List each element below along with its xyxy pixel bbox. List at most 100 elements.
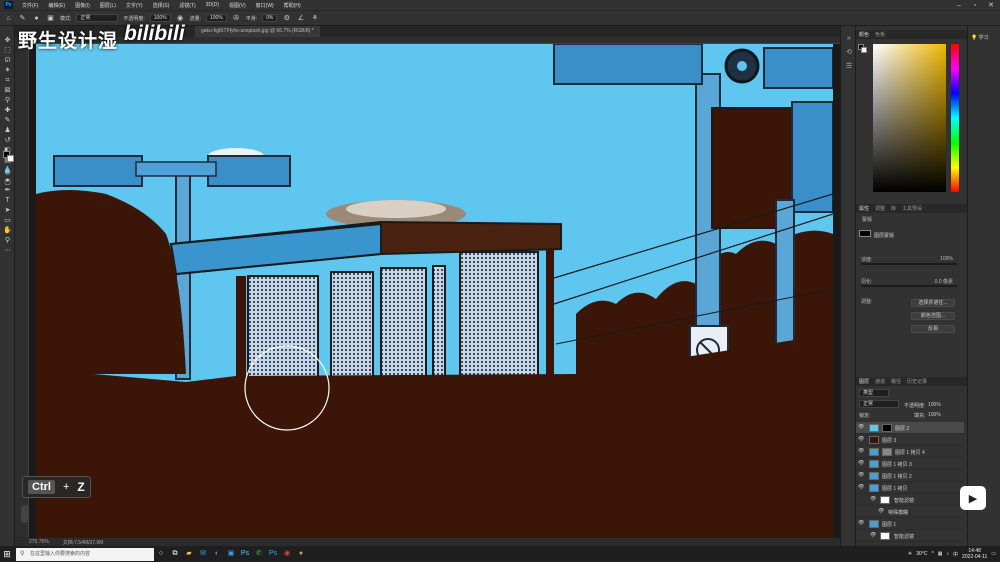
mail-icon[interactable]: ✉ (196, 546, 210, 562)
task-view-icon[interactable]: ⧉ (168, 546, 182, 562)
density-value[interactable]: 100% (940, 256, 953, 262)
notification-icon[interactable]: ▭ (991, 551, 996, 557)
smooth-field[interactable]: 0% (262, 14, 278, 22)
home-icon[interactable]: ⌂ (4, 14, 13, 23)
collapse-icon[interactable]: » (844, 34, 854, 44)
pen-tool-icon[interactable]: ✒ (3, 186, 12, 195)
menu-help[interactable]: 帮助(H) (279, 2, 306, 9)
tab-properties[interactable]: 属性 (859, 205, 869, 212)
eye-icon[interactable]: 👁 (878, 508, 884, 514)
photoshop-taskbar-icon[interactable]: Ps (238, 546, 252, 562)
tab-swatches[interactable]: 色板 (875, 31, 885, 38)
eye-icon[interactable]: 👁 (870, 496, 876, 502)
marquee-tool-icon[interactable]: ⬚ (3, 46, 12, 55)
mode-select[interactable]: 正常 (76, 14, 119, 22)
layer-mask-thumbnail[interactable] (882, 424, 892, 432)
eye-icon[interactable]: 👁 (858, 484, 864, 490)
tab-channels[interactable]: 通道 (875, 378, 885, 385)
maximize-icon[interactable]: ▫ (968, 0, 982, 10)
clone-stamp-icon[interactable]: ♟ (3, 126, 12, 135)
canvas-area[interactable] (29, 44, 840, 541)
rectangle-tool-icon[interactable]: ▭ (3, 216, 12, 225)
smoothing-settings-icon[interactable]: ⚙ (282, 14, 291, 23)
eye-icon[interactable]: 👁 (858, 472, 864, 478)
fill-value[interactable]: 100% (928, 412, 941, 418)
color-range-button[interactable]: 颜色范围... (911, 312, 955, 320)
zoom-tool-icon[interactable]: ⚲ (3, 236, 12, 245)
layer-row[interactable]: 👁 图层 1 拷贝 2 (856, 470, 964, 482)
document-tab[interactable]: gaku-fqjtSTFfyhs-unsplash.jpg @ 66.7% (R… (195, 26, 320, 37)
magic-wand-icon[interactable]: ✶ (3, 66, 12, 75)
airbrush-icon[interactable]: ✇ (232, 14, 241, 23)
select-and-mask-button[interactable]: 选择并遮住... (911, 299, 955, 307)
tab-history[interactable]: 历史记录 (907, 378, 927, 385)
blend-mode-select[interactable]: 正常 (859, 400, 899, 408)
healing-brush-icon[interactable]: ✚ (3, 106, 12, 115)
tab-layers[interactable]: 图层 (859, 378, 869, 385)
brush-preset-icon[interactable]: ● (32, 14, 41, 23)
eye-icon[interactable]: 👁 (858, 520, 864, 526)
menu-3d[interactable]: 3D(D) (201, 2, 224, 8)
density-slider[interactable] (861, 263, 957, 265)
menu-view[interactable]: 视图(V) (224, 2, 251, 9)
tab-adjustments[interactable]: 调整 (875, 205, 885, 212)
menu-layer[interactable]: 图层(L) (95, 2, 121, 9)
more-tools-icon[interactable]: ⋯ (3, 246, 12, 255)
menu-select[interactable]: 选择(S) (148, 2, 175, 9)
path-select-icon[interactable]: ➤ (3, 206, 12, 215)
edge-browser-icon[interactable]: ◐ (210, 546, 224, 562)
feather-value[interactable]: 0.0 像素 (935, 278, 953, 285)
hand-tool-icon[interactable]: ✋ (3, 226, 12, 235)
learn-button[interactable]: 💡 学习 (971, 34, 989, 41)
video-play-icon[interactable]: ▶ (960, 486, 986, 510)
hue-slider[interactable] (951, 44, 959, 192)
history-brush-icon[interactable]: ↺ (3, 136, 12, 145)
tab-color[interactable]: 颜色 (859, 31, 869, 38)
layer-kind-filter[interactable]: 类型 (859, 389, 889, 397)
tray-expand-icon[interactable]: ^ (931, 551, 933, 557)
ime-indicator[interactable]: 中 (953, 551, 958, 558)
photoshop-active-icon[interactable]: Ps (266, 546, 280, 562)
feather-slider[interactable] (861, 285, 957, 287)
windows-start-icon[interactable]: ⊞ (0, 546, 14, 562)
tab-libraries[interactable]: 库 (891, 205, 896, 212)
bg-swatch-small[interactable] (861, 47, 867, 53)
layer-mask-thumbnail[interactable] (882, 448, 892, 456)
file-explorer-icon[interactable]: ▰ (182, 546, 196, 562)
brush-tool-icon[interactable]: ✎ (18, 14, 27, 23)
eye-icon[interactable]: 👁 (858, 436, 864, 442)
menu-edit[interactable]: 编辑(E) (43, 2, 70, 9)
opacity-field[interactable]: 100% (149, 14, 171, 22)
menu-type[interactable]: 文字(Y) (121, 2, 148, 9)
wechat-icon[interactable]: ✆ (252, 546, 266, 562)
properties-panel-icon[interactable]: ☰ (844, 62, 854, 72)
tab-tool-presets[interactable]: 工具预设 (902, 205, 922, 212)
clock[interactable]: 14:48 2022-04-11 (962, 548, 987, 560)
weather-icon[interactable]: ☀ (908, 551, 912, 557)
layer-opacity-value[interactable]: 100% (928, 402, 941, 408)
eyedropper-icon[interactable]: ⚲ (3, 96, 12, 105)
eye-icon[interactable]: 👁 (858, 424, 864, 430)
tab-paths[interactable]: 路径 (891, 378, 901, 385)
frame-tool-icon[interactable]: ⊠ (3, 86, 12, 95)
quick-mask-icon[interactable]: ◎ (3, 168, 12, 177)
type-tool-icon[interactable]: T (3, 196, 12, 205)
close-icon[interactable]: ✕ (984, 0, 998, 10)
menu-image[interactable]: 图像(I) (70, 2, 95, 9)
layer-row[interactable]: 👁 图层 1 拷贝 3 (856, 458, 964, 470)
menu-window[interactable]: 窗口(W) (251, 2, 279, 9)
history-panel-icon[interactable]: ⟲ (844, 48, 854, 58)
invert-button[interactable]: 反相 (911, 325, 955, 333)
menu-filter[interactable]: 滤镜(T) (174, 2, 200, 9)
color-field[interactable] (873, 44, 946, 192)
brush-settings-icon[interactable]: ▣ (46, 14, 55, 23)
move-tool-icon[interactable]: ✥ (3, 36, 12, 45)
minimize-icon[interactable]: – (952, 0, 966, 10)
crop-tool-icon[interactable]: ⌗ (3, 76, 12, 85)
layer-row[interactable]: 👁 图层 3 (856, 434, 964, 446)
canvas-image[interactable] (36, 44, 833, 541)
layer-row[interactable]: 👁 图层 1 拷贝 4 (856, 446, 964, 458)
volume-icon[interactable]: ♪ (947, 551, 950, 557)
angle-icon[interactable]: ∠ (296, 14, 305, 23)
smart-filter-row[interactable]: 👁 智能滤镜 (856, 530, 964, 542)
